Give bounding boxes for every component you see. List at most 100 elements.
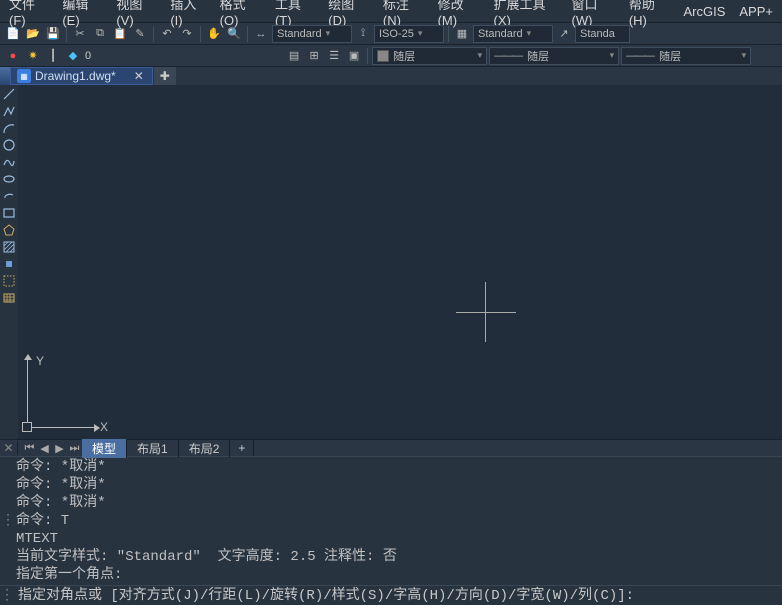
ucs-y-axis (27, 355, 28, 427)
crosshair-h (456, 312, 516, 313)
layout-tabs: ✕ ⏮ ◀ ▶ ⏭ 模型 布局1 布局2 + (0, 439, 782, 456)
props-icon[interactable]: ▤ (285, 47, 303, 65)
layout-nav: ⏮ ◀ ▶ ⏭ (18, 442, 82, 455)
cmd-history-line: MTEXT (16, 530, 778, 548)
mleader-style-combo[interactable]: Standa (575, 25, 630, 43)
linetype-combo[interactable]: ——— 随层 ▾ (489, 47, 619, 65)
polygon-tool-icon[interactable] (2, 223, 16, 237)
layer-off-icon[interactable]: ▣ (345, 47, 363, 65)
ellipse-arc-icon[interactable] (2, 189, 16, 203)
lineweight-combo[interactable]: ——— 随层 ▾ (621, 47, 751, 65)
layer-state-icon[interactable]: ⊞ (305, 47, 323, 65)
chevron-down-icon: ▾ (742, 50, 747, 61)
cut-icon[interactable]: ✂ (71, 25, 89, 43)
iso-value: ISO-25 (379, 28, 414, 40)
command-prompt: 指定对角点或 [对齐方式(J)/行距(L)/旋转(R)/样式(S)/字高(H)/… (14, 587, 644, 605)
tab-strip-handle[interactable] (0, 67, 10, 85)
line-sample: ——— (494, 50, 521, 62)
pan-icon[interactable]: ✋ (205, 25, 223, 43)
linetype-value: 随层 (527, 48, 549, 64)
crosshair-v (485, 282, 486, 342)
cmd-history-line: 命令: *取消* (16, 476, 778, 494)
redo-icon[interactable]: ↷ (178, 25, 196, 43)
mleader-icon[interactable]: ↗ (555, 25, 573, 43)
dwg-icon: ▦ (17, 69, 31, 83)
ucs-origin-icon (22, 422, 32, 432)
arc-tool-icon[interactable] (2, 121, 16, 135)
point-tool-icon[interactable] (2, 257, 16, 271)
ucs-x-label: X (100, 420, 108, 434)
command-input[interactable] (644, 588, 782, 604)
layer-mgr-icon[interactable]: ☰ (325, 47, 343, 65)
cmd-toggle-icon[interactable]: ✕ (0, 441, 18, 455)
rec-icon[interactable]: ● (4, 47, 22, 65)
menu-arcgis[interactable]: ArcGIS (678, 3, 730, 20)
properties-toolbar: ● ✷ ┃ ◆ 0 ▤ ⊞ ☰ ▣ 随层 ▾ ——— 随层 ▾ ——— 随层 ▾ (0, 44, 782, 66)
cmd-history-line: 当前文字样式: "Standard" 文字高度: 2.5 注释性: 否 (16, 548, 778, 566)
new-icon[interactable]: 📄 (4, 25, 22, 43)
open-icon[interactable]: 📂 (24, 25, 42, 43)
spline-tool-icon[interactable] (2, 155, 16, 169)
table-style-value: Standard (478, 28, 523, 40)
command-input-row: ⋮ 指定对角点或 [对齐方式(J)/行距(L)/旋转(R)/样式(S)/字高(H… (0, 585, 782, 605)
document-tabs: ▦ Drawing1.dwg* ✕ ✚ (0, 66, 782, 85)
menu-app[interactable]: APP+ (734, 3, 778, 20)
separator (448, 26, 449, 42)
undo-icon[interactable]: ↶ (158, 25, 176, 43)
layout-tab-add[interactable]: + (230, 440, 254, 456)
save-icon[interactable]: 💾 (44, 25, 62, 43)
separator (153, 26, 154, 42)
nav-prev-icon[interactable]: ◀ (37, 442, 52, 455)
main-area: Y X (0, 85, 782, 439)
dimline-icon[interactable]: ⟟ (354, 25, 372, 43)
layout-tab-1[interactable]: 布局1 (127, 439, 179, 458)
paste-icon[interactable]: 📋 (111, 25, 129, 43)
line-icon[interactable]: ┃ (44, 47, 62, 65)
rect-tool-icon[interactable] (2, 206, 16, 220)
nav-first-icon[interactable]: ⏮ (22, 442, 37, 455)
hatch-tool-icon[interactable] (2, 240, 16, 254)
nav-last-icon[interactable]: ⏭ (67, 442, 82, 455)
dim-icon[interactable]: ↔ (252, 25, 270, 43)
ellipse-tool-icon[interactable] (2, 172, 16, 186)
menu-help[interactable]: 帮助(H) (624, 0, 675, 29)
layer-icon[interactable]: ✷ (24, 47, 42, 65)
document-tab-name: Drawing1.dwg* (35, 69, 116, 83)
line-tool-icon[interactable] (2, 87, 16, 101)
copy-icon[interactable]: ⧉ (91, 25, 109, 43)
iso-combo[interactable]: ISO-25 ▾ (374, 25, 444, 43)
color-combo[interactable]: 随层 ▾ (372, 47, 487, 65)
ucs-y-label: Y (36, 354, 44, 368)
dim-style-value: Standard (277, 28, 322, 40)
lineweight-value: 随层 (659, 48, 681, 64)
layeriso-icon[interactable]: ◆ (64, 47, 82, 65)
match-icon[interactable]: ✎ (131, 25, 149, 43)
separator (247, 26, 248, 42)
command-panel: ⋮ 命令: *取消* 命令: *取消* 命令: *取消* 命令: T MTEXT… (0, 456, 782, 605)
document-tab[interactable]: ▦ Drawing1.dwg* ✕ (10, 67, 153, 85)
pline-tool-icon[interactable] (2, 104, 16, 118)
lw-sample: ——— (626, 50, 653, 62)
nav-next-icon[interactable]: ▶ (52, 442, 67, 455)
chevron-down-icon: ▾ (418, 28, 423, 39)
color-swatch (377, 50, 389, 62)
dim-style-combo[interactable]: Standard▾ (272, 25, 352, 43)
cmd-handle-icon[interactable]: ⋮ (0, 458, 16, 584)
table-icon[interactable]: ▦ (453, 25, 471, 43)
region-tool-icon[interactable] (2, 274, 16, 288)
cmd-handle-icon[interactable]: ⋮ (0, 587, 14, 605)
separator (200, 26, 201, 42)
close-icon[interactable]: ✕ (132, 69, 146, 83)
drawing-canvas[interactable]: Y X (18, 85, 782, 439)
new-document-tab[interactable]: ✚ (154, 67, 176, 85)
layout-tab-model[interactable]: 模型 (82, 439, 127, 458)
mleader-style-value: Standa (580, 28, 615, 40)
circle-tool-icon[interactable] (2, 138, 16, 152)
zoom-icon[interactable]: 🔍 (225, 25, 243, 43)
layout-tab-2[interactable]: 布局2 (179, 439, 231, 458)
table-style-combo[interactable]: Standard▾ (473, 25, 553, 43)
cmd-history-line: 命令: *取消* (16, 494, 778, 512)
table-tool-icon[interactable] (2, 291, 16, 305)
draw-toolbar (0, 85, 18, 439)
chevron-down-icon: ▾ (610, 50, 615, 61)
